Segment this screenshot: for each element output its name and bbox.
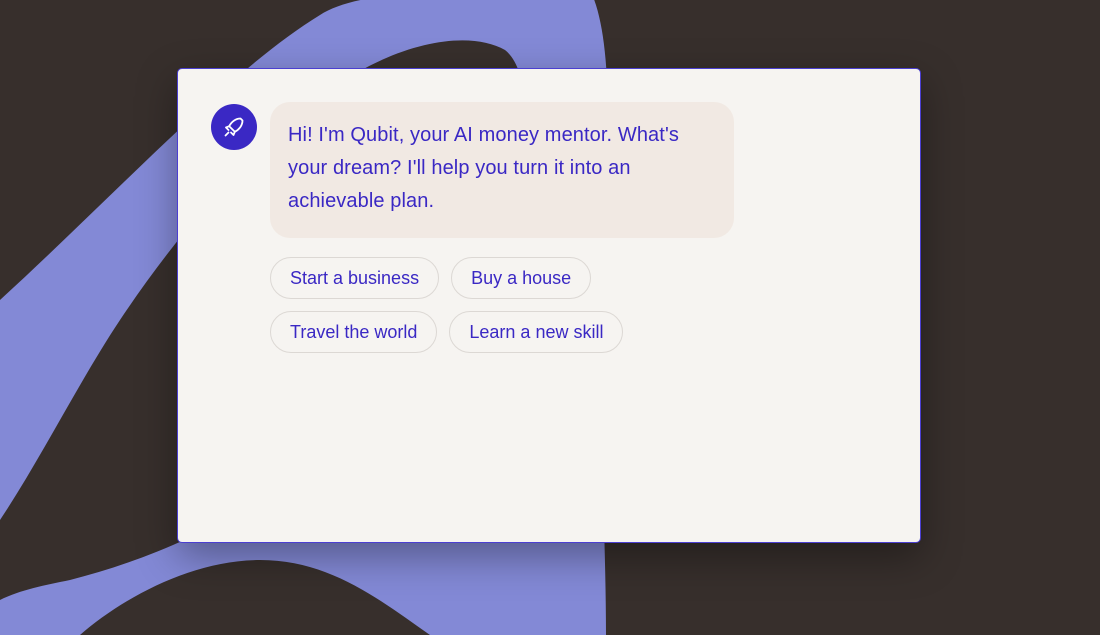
assistant-message-bubble: Hi! I'm Qubit, your AI money mentor. Wha…: [270, 102, 734, 238]
qubit-avatar: [211, 104, 257, 150]
suggestion-row: Travel the world Learn a new skill: [270, 311, 690, 353]
suggestion-travel-the-world-button[interactable]: Travel the world: [270, 311, 438, 353]
suggestion-chips: Start a business Buy a house Travel the …: [270, 257, 690, 365]
suggestion-start-a-business-button[interactable]: Start a business: [270, 257, 440, 299]
suggestion-row: Start a business Buy a house: [270, 257, 690, 299]
chat-window: Hi! I'm Qubit, your AI money mentor. Wha…: [177, 68, 921, 543]
suggestion-learn-a-new-skill-button[interactable]: Learn a new skill: [449, 311, 624, 353]
rocket-icon: [224, 117, 244, 137]
suggestion-buy-a-house-button[interactable]: Buy a house: [451, 257, 592, 299]
